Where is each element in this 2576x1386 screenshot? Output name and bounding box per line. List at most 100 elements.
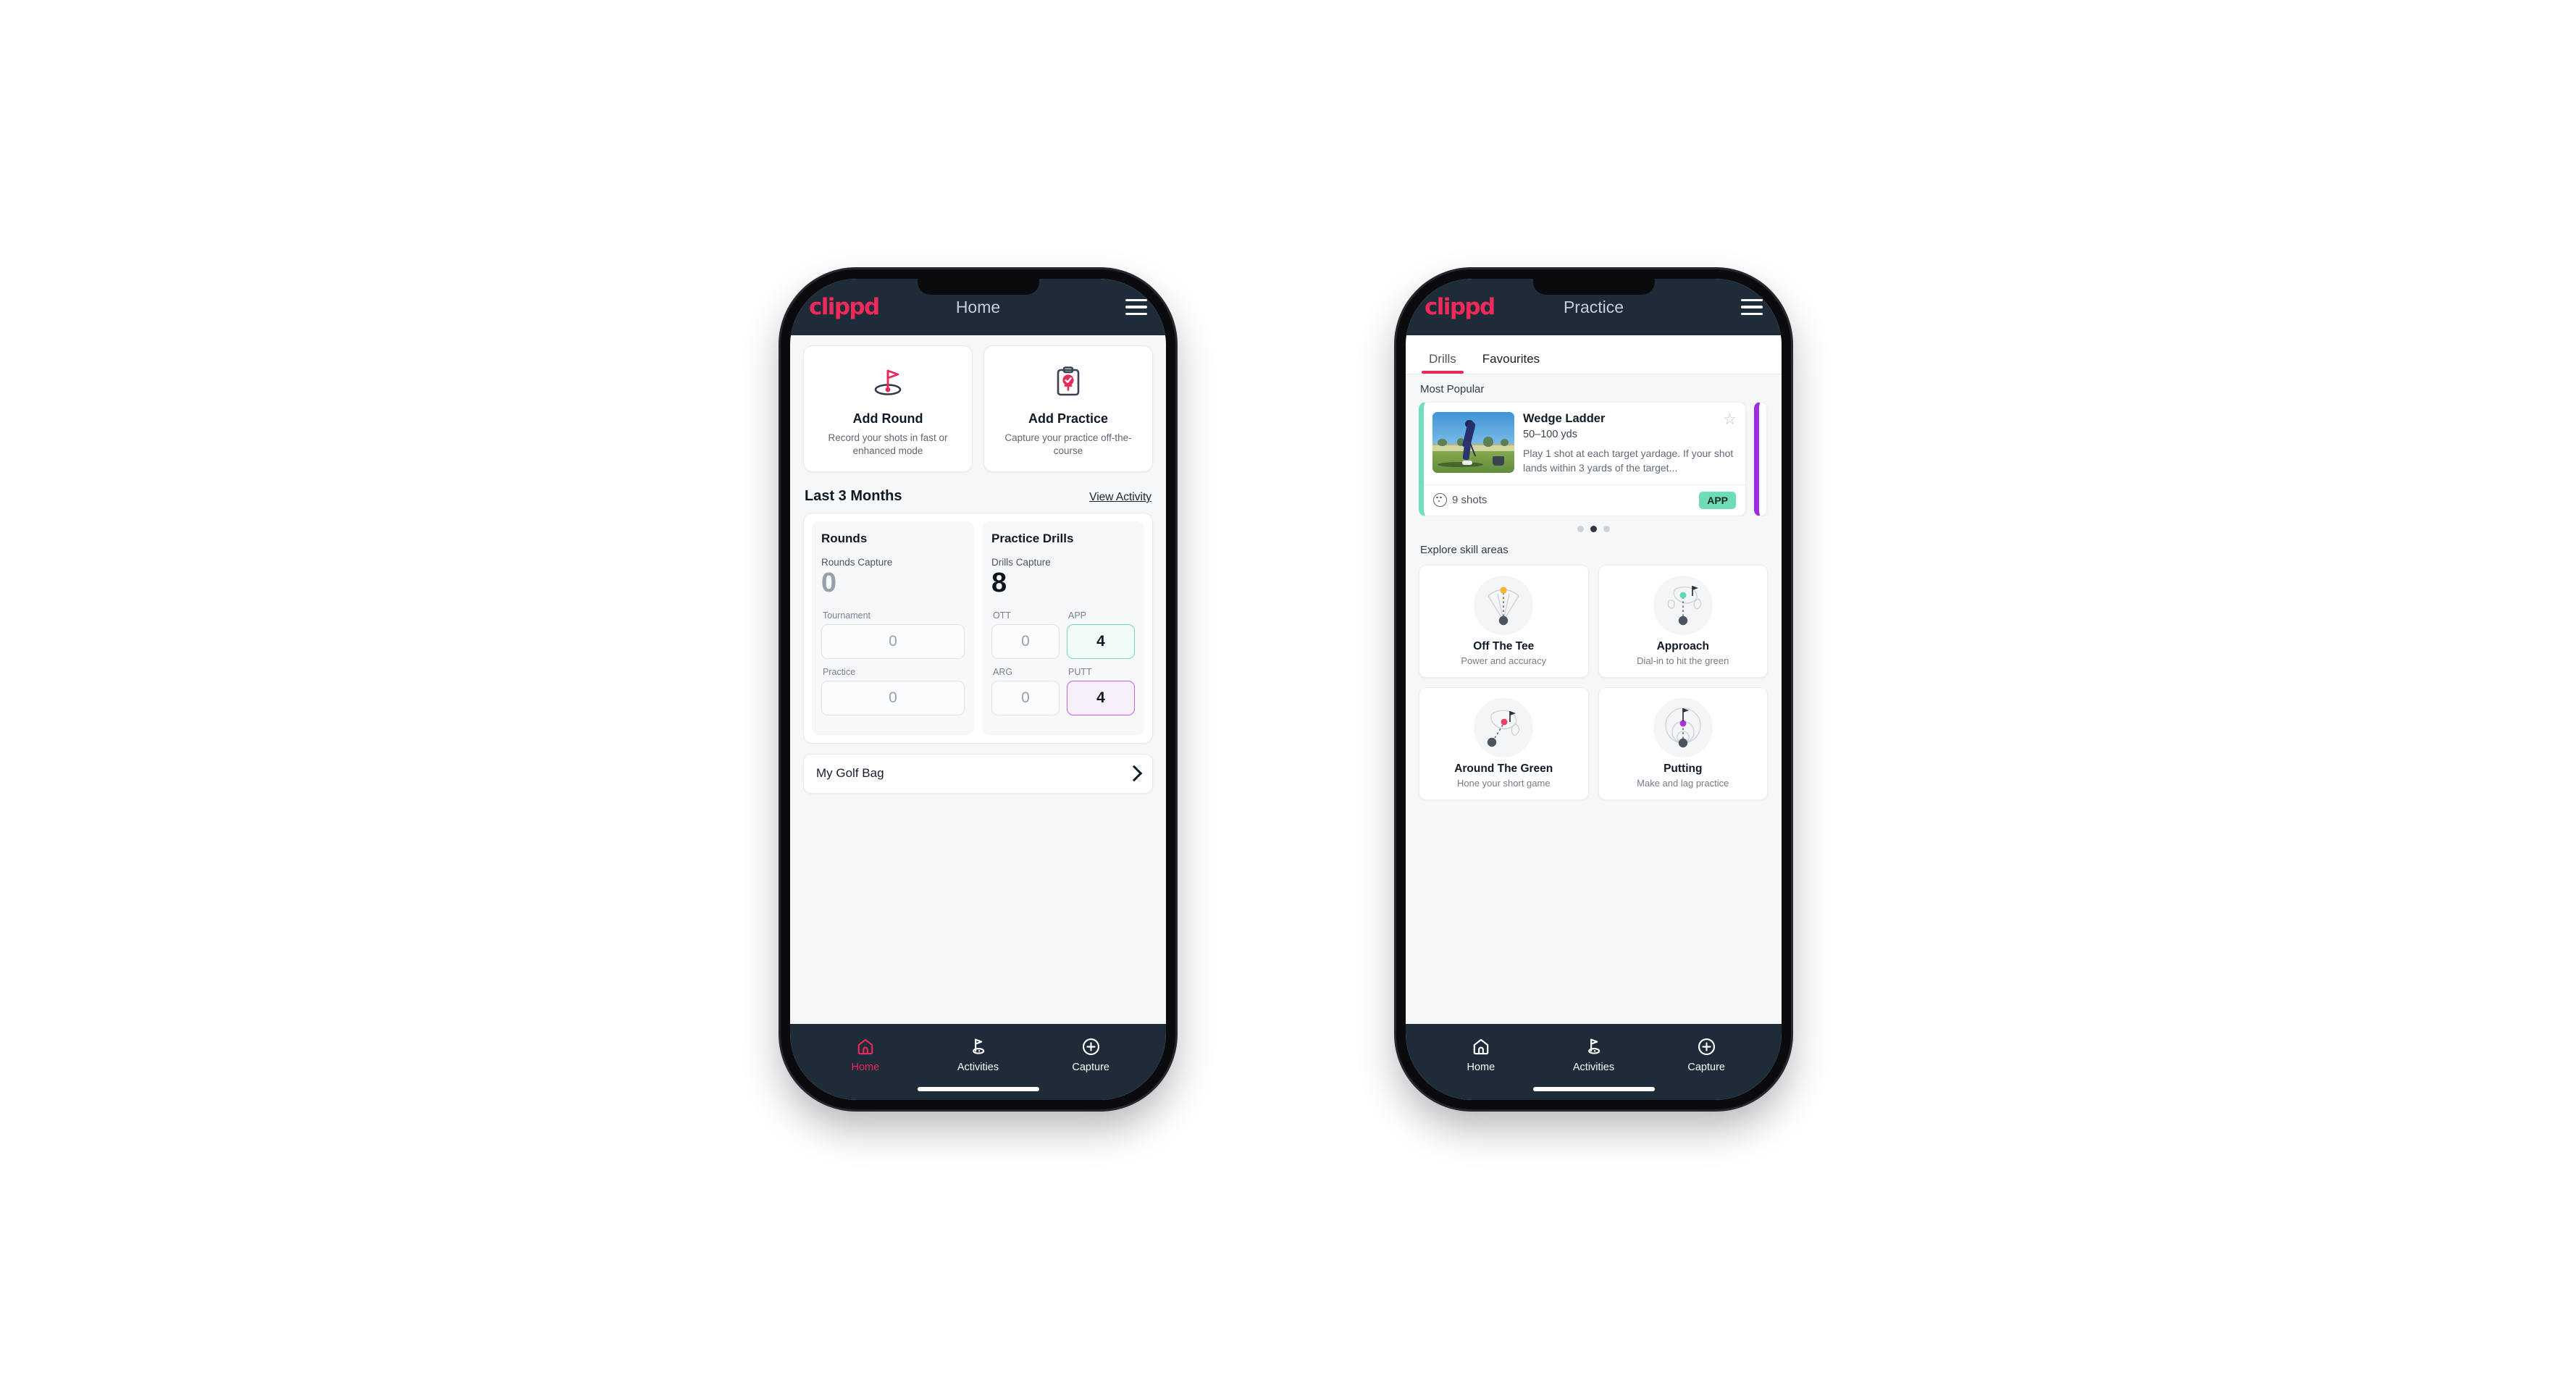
hamburger-menu-icon[interactable] xyxy=(1125,299,1147,315)
tab-drills[interactable]: Drills xyxy=(1422,352,1464,374)
stats-card: Rounds Rounds Capture 0 Tournament 0 Pra… xyxy=(803,513,1153,744)
plus-circle-icon xyxy=(1034,1036,1147,1057)
skill-card-approach[interactable]: Approach Dial-in to hit the green xyxy=(1598,564,1768,678)
drills-panel: Practice Drills Drills Capture 8 OTT 0 A… xyxy=(982,521,1144,735)
nav-capture-label: Capture xyxy=(1072,1062,1109,1073)
drill-thumbnail xyxy=(1432,412,1514,473)
view-activity-link[interactable]: View Activity xyxy=(1089,491,1151,504)
putt-label: PUTT xyxy=(1068,666,1092,677)
nav-capture[interactable]: Capture xyxy=(1034,1036,1147,1073)
chevron-right-icon xyxy=(1125,765,1143,782)
putt-value[interactable]: 4 xyxy=(1067,680,1135,715)
my-golf-bag-row[interactable]: My Golf Bag xyxy=(803,753,1153,794)
tee-shot-fan-icon xyxy=(1474,575,1534,635)
clipboard-check-icon xyxy=(1049,359,1088,404)
carousel-dots xyxy=(1419,525,1769,532)
nav-activities-label: Activities xyxy=(957,1062,999,1073)
carousel-dot-1[interactable] xyxy=(1577,525,1584,532)
nav-activities[interactable]: Activities xyxy=(922,1036,1035,1073)
home-bottom-nav: Home Activities Capture xyxy=(790,1024,1166,1100)
carousel-dot-3[interactable] xyxy=(1603,525,1610,532)
arg-value[interactable]: 0 xyxy=(991,680,1060,715)
phone-practice-device: clippd Practice Drills Favourites Most P… xyxy=(1396,269,1791,1109)
device-notch xyxy=(917,279,1039,295)
nav-home-label: Home xyxy=(1467,1062,1495,1073)
add-practice-subtitle: Capture your practice off-the-course xyxy=(1004,432,1132,456)
skill-card-off-the-tee[interactable]: Off The Tee Power and accuracy xyxy=(1419,564,1589,678)
skill-card-putting[interactable]: Putting Make and lag practice xyxy=(1598,686,1768,800)
skill-name: Off The Tee xyxy=(1473,639,1535,652)
add-round-title: Add Round xyxy=(852,411,923,426)
approach-green-icon xyxy=(1653,575,1713,635)
nav-activities-label: Activities xyxy=(1572,1062,1615,1073)
nav-capture-label: Capture xyxy=(1687,1062,1725,1073)
phone-home-device: clippd Home Add Round Record your shots … xyxy=(781,269,1175,1109)
nav-home[interactable]: Home xyxy=(1425,1036,1537,1073)
drill-card-next-peek[interactable] xyxy=(1754,402,1767,516)
drill-carousel[interactable]: Wedge Ladder ☆ 50–100 yds Play 1 shot at… xyxy=(1419,402,1769,516)
rounds-capture-value: 0 xyxy=(821,568,837,598)
home-icon xyxy=(1425,1036,1537,1057)
drills-capture-label: Drills Capture xyxy=(991,557,1051,568)
drills-capture-value: 8 xyxy=(991,568,1007,598)
arg-label: ARG xyxy=(993,666,1013,677)
app-label: APP xyxy=(1068,610,1087,621)
tab-favourites[interactable]: Favourites xyxy=(1475,352,1547,374)
rounds-capture-label: Rounds Capture xyxy=(821,557,893,568)
drill-title: Wedge Ladder xyxy=(1523,412,1606,425)
home-indicator xyxy=(917,1087,1039,1091)
hamburger-menu-icon[interactable] xyxy=(1741,299,1763,315)
drill-card-wedge-ladder[interactable]: Wedge Ladder ☆ 50–100 yds Play 1 shot at… xyxy=(1419,402,1746,516)
practice-tabs: Drills Favourites xyxy=(1406,335,1782,374)
rounds-panel: Rounds Rounds Capture 0 Tournament 0 Pra… xyxy=(812,521,974,735)
practice-value[interactable]: 0 xyxy=(821,680,965,715)
golf-flag-icon xyxy=(1537,1036,1650,1057)
skill-name: Around The Green xyxy=(1454,762,1553,775)
skill-name: Putting xyxy=(1664,762,1703,775)
carousel-dot-2[interactable] xyxy=(1590,525,1597,532)
nav-capture[interactable]: Capture xyxy=(1650,1036,1763,1073)
skill-sub: Power and accuracy xyxy=(1461,655,1547,666)
last-3-months-title: Last 3 Months xyxy=(805,488,902,504)
add-practice-card[interactable]: Add Practice Capture your practice off-t… xyxy=(983,345,1153,472)
clippd-logo[interactable]: clippd xyxy=(1425,295,1495,319)
drill-description: Play 1 shot at each target yardage. If y… xyxy=(1523,448,1734,474)
device-notch xyxy=(1532,279,1655,295)
explore-skill-areas-label: Explore skill areas xyxy=(1420,543,1509,556)
skill-card-around-the-green[interactable]: Around The Green Hone your short game xyxy=(1419,686,1589,800)
golf-ball-icon xyxy=(1433,493,1447,508)
last-3-months-header: Last 3 Months View Activity xyxy=(805,488,1151,505)
add-round-card[interactable]: Add Round Record your shots in fast or e… xyxy=(803,345,973,472)
ott-label: OTT xyxy=(993,610,1011,621)
home-screen: Add Round Record your shots in fast or e… xyxy=(790,335,1166,1024)
most-popular-label: Most Popular xyxy=(1420,383,1485,395)
nav-activities[interactable]: Activities xyxy=(1537,1036,1650,1073)
tournament-value[interactable]: 0 xyxy=(821,623,965,659)
practice-screen: Most Popular Wedge Ladder ☆ 50–100 yds P… xyxy=(1406,374,1782,1024)
practice-bottom-nav: Home Activities Capture xyxy=(1406,1024,1782,1100)
golf-flag-hole-icon xyxy=(868,359,907,404)
ott-value[interactable]: 0 xyxy=(991,623,1060,659)
add-practice-title: Add Practice xyxy=(1028,411,1109,426)
skill-sub: Hone your short game xyxy=(1456,777,1551,789)
star-outline-icon[interactable]: ☆ xyxy=(1723,412,1737,427)
practice-label: Practice xyxy=(823,666,856,677)
drill-yardage: 50–100 yds xyxy=(1523,429,1577,440)
clippd-logo[interactable]: clippd xyxy=(809,295,880,319)
add-round-subtitle: Record your shots in fast or enhanced mo… xyxy=(828,432,948,456)
drill-category-tag: APP xyxy=(1699,491,1736,509)
skill-sub: Make and lag practice xyxy=(1637,777,1729,789)
app-value[interactable]: 4 xyxy=(1067,623,1135,659)
putting-rings-icon xyxy=(1653,697,1713,757)
drill-shots: 9 shots xyxy=(1433,493,1487,508)
tournament-label: Tournament xyxy=(823,610,871,621)
my-golf-bag-label: My Golf Bag xyxy=(816,766,884,781)
skill-sub: Dial-in to hit the green xyxy=(1637,655,1729,666)
nav-home[interactable]: Home xyxy=(809,1036,922,1073)
plus-circle-icon xyxy=(1650,1036,1763,1057)
drills-heading: Practice Drills xyxy=(991,532,1074,545)
golf-flag-icon xyxy=(922,1036,1035,1057)
quick-actions-row: Add Round Record your shots in fast or e… xyxy=(803,345,1153,472)
nav-home-label: Home xyxy=(851,1062,880,1073)
skill-name: Approach xyxy=(1656,639,1709,652)
